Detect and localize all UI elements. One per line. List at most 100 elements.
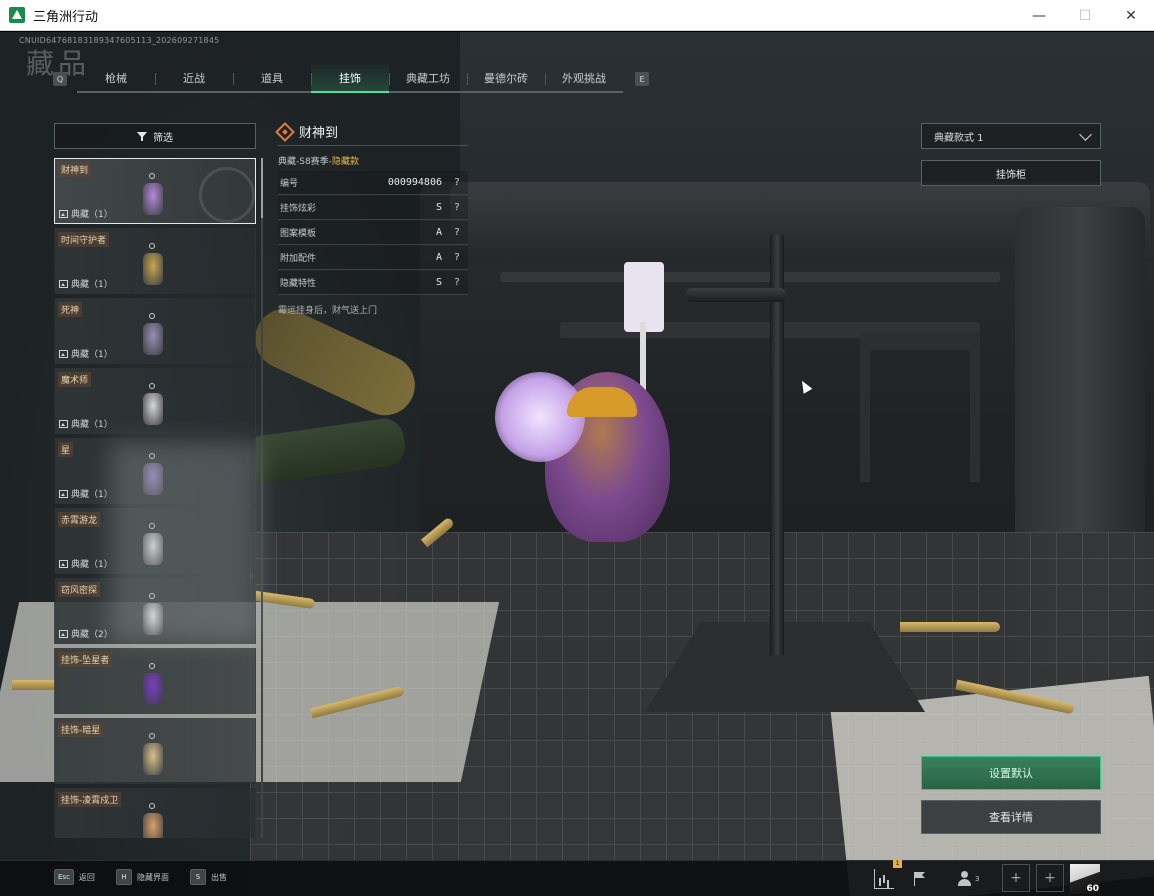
property-value-group: S? <box>436 202 462 213</box>
property-value: S <box>435 277 442 288</box>
help-icon[interactable]: ? <box>452 177 462 188</box>
list-item-type-label: 典藏（2） <box>71 630 113 640</box>
list-item-type: 典藏（1） <box>59 557 113 570</box>
scene-stand-arm <box>686 288 786 302</box>
list-scrollbar-track[interactable] <box>261 158 263 838</box>
list-item-type: 典藏（2） <box>59 627 113 640</box>
hide-key: H <box>116 869 132 885</box>
charm-figure-icon <box>143 813 163 838</box>
charm-ring-icon <box>149 313 155 319</box>
tab-item[interactable]: 典藏工坊 <box>389 65 467 91</box>
scene-case-ridge <box>500 272 1000 282</box>
image-icon <box>59 559 68 568</box>
property-label: 编号 <box>280 179 299 189</box>
app-logo-icon <box>9 7 25 23</box>
list-item-name: 挂饰-凌霄戍卫 <box>58 792 122 807</box>
back-hint[interactable]: Esc 返回 <box>54 869 95 885</box>
tab-item[interactable]: 挂饰 <box>311 65 389 93</box>
item-description: 霉运挂身后，财气送上门 <box>278 306 378 316</box>
game-viewport: CNUID6476818318934760511​3_202609271845 … <box>0 32 1154 896</box>
charm-thumbnail <box>139 803 167 838</box>
list-item[interactable]: 死神 典藏（1） <box>54 298 256 364</box>
esc-key: Esc <box>54 869 74 885</box>
prev-tab-key[interactable]: Q <box>53 72 67 86</box>
image-icon <box>59 419 68 428</box>
avatar[interactable]: 60 <box>1070 864 1100 894</box>
property-value: 000994806 <box>387 177 442 188</box>
sell-hint[interactable]: S 出售 <box>190 869 227 885</box>
list-item-type-label: 典藏（1） <box>71 280 113 290</box>
help-icon[interactable]: ? <box>452 252 462 263</box>
hide-ui-hint[interactable]: H 隐藏界面 <box>116 869 169 885</box>
list-item[interactable]: 挂饰-坠星者 <box>54 648 256 714</box>
detail-title-row: 财神到 <box>275 118 468 146</box>
tab-item[interactable]: 外观挑战 <box>545 65 623 91</box>
stats-icon[interactable] <box>874 869 894 889</box>
avatar-level: 60 <box>1086 884 1099 894</box>
flag-icon[interactable] <box>910 869 930 889</box>
next-tab-key[interactable]: E <box>635 72 649 86</box>
scene-bullet <box>900 622 1000 632</box>
list-item[interactable]: 挂饰-凌霄戍卫 <box>54 788 256 838</box>
list-item[interactable]: 魔术师 典藏（1） <box>54 368 256 434</box>
filter-label: 筛选 <box>153 132 173 144</box>
help-icon[interactable]: ? <box>452 202 462 213</box>
property-label: 附加配件 <box>280 254 317 264</box>
filter-icon <box>137 131 147 141</box>
maximize-button[interactable]: ☐ <box>1062 0 1108 31</box>
list-item-type-label: 典藏（1） <box>71 420 113 430</box>
scene-case-emboss <box>860 332 980 482</box>
charm-figure-icon <box>143 393 163 425</box>
image-icon <box>59 209 68 218</box>
charm-ring-icon <box>149 803 155 809</box>
property-row: 图案模板 A? <box>278 221 468 245</box>
tab-item[interactable]: 道具 <box>233 65 311 91</box>
scene-bullet <box>12 680 57 690</box>
style-select[interactable]: 典藏款式 1 <box>921 123 1101 149</box>
tab-item[interactable]: 枪械 <box>77 65 155 91</box>
help-icon[interactable]: ? <box>452 277 462 288</box>
help-icon[interactable]: ? <box>452 227 462 238</box>
notification-badge: 1 <box>893 859 902 868</box>
tab-item[interactable]: 曼德尔砖 <box>467 65 545 91</box>
charm-cabinet-button[interactable]: 挂饰柜 <box>921 160 1101 186</box>
charm-ring-icon <box>149 243 155 249</box>
charm-thumbnail <box>139 243 167 289</box>
charm-figure-icon <box>143 673 163 705</box>
property-value-group: S? <box>436 277 462 288</box>
charm-figure-icon <box>143 743 163 775</box>
close-button[interactable]: ✕ <box>1108 0 1154 31</box>
property-label: 隐藏特性 <box>280 279 317 289</box>
minimize-button[interactable]: — <box>1016 0 1062 31</box>
property-value: A <box>435 252 442 263</box>
coin-emblem-icon <box>199 167 255 223</box>
set-default-button[interactable]: 设置默认 <box>921 756 1101 790</box>
season-prefix: 典藏-S8赛季- <box>278 157 332 167</box>
property-row: 隐藏特性 S? <box>278 271 468 295</box>
list-item-name: 时间守护者 <box>58 232 110 247</box>
list-item-name: 死神 <box>58 302 83 317</box>
filter-button[interactable]: 筛选 <box>54 123 256 149</box>
list-item-name: 挂饰-暗星 <box>58 722 104 737</box>
charm-thumbnail <box>139 733 167 779</box>
detail-title: 财神到 <box>299 126 339 141</box>
window-titlebar: 三角洲行动 — ☐ ✕ <box>0 0 1154 31</box>
list-item[interactable]: 时间守护者典藏（1） <box>54 228 256 294</box>
view-detail-button[interactable]: 查看详情 <box>921 800 1101 834</box>
list-item[interactable]: 挂饰-暗星 <box>54 718 256 784</box>
image-icon <box>59 489 68 498</box>
list-item-name: 星 <box>58 442 74 457</box>
property-value-group: 000994806? <box>388 177 462 188</box>
sell-key: S <box>190 869 206 885</box>
list-item-name: 挂饰-坠星者 <box>58 652 113 667</box>
team-slot-1[interactable]: + <box>1002 864 1030 892</box>
list-scrollbar-thumb[interactable] <box>261 158 263 218</box>
tab-item[interactable]: 近战 <box>155 65 233 91</box>
property-value-group: A? <box>436 252 462 263</box>
team-slot-2[interactable]: + <box>1036 864 1064 892</box>
charm-thumbnail <box>139 313 167 359</box>
list-item-name: 财神到 <box>58 162 92 177</box>
list-item[interactable]: 财神到 典藏（1） <box>54 158 256 224</box>
list-item-name: 赤霄游龙 <box>58 512 101 527</box>
window-title: 三角洲行动 <box>33 9 99 25</box>
